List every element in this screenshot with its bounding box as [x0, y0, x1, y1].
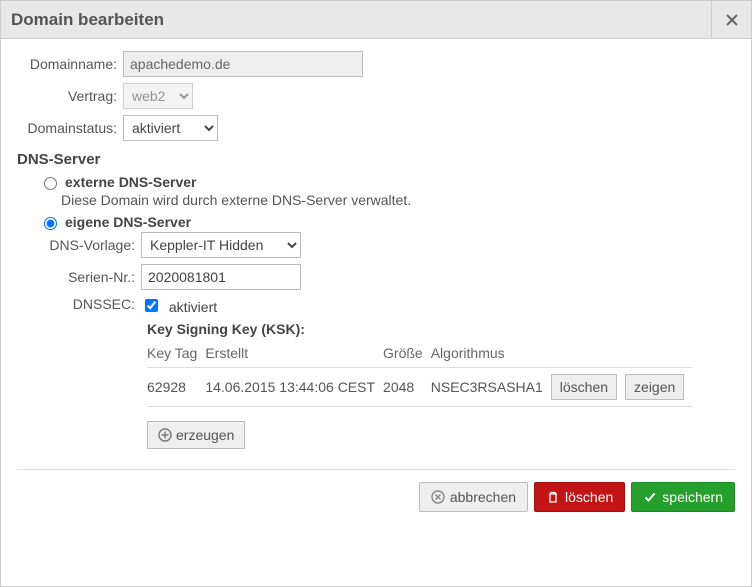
- cell-size: 2048: [383, 368, 431, 407]
- table-row: 62928 14.06.2015 13:44:06 CEST 2048 NSEC…: [147, 368, 692, 407]
- ksk-title: Key Signing Key (KSK):: [147, 321, 735, 337]
- radio-own-dns[interactable]: eigene DNS-Server: [39, 214, 735, 230]
- delete-button[interactable]: löschen: [534, 482, 625, 512]
- radio-external-description: Diese Domain wird durch externe DNS-Serv…: [61, 192, 735, 208]
- cancel-icon: [431, 490, 445, 504]
- create-key-button[interactable]: erzeugen: [147, 421, 245, 449]
- domainname-input: [123, 51, 363, 77]
- ksk-block: Key Signing Key (KSK): Key Tag Erstellt …: [147, 321, 735, 449]
- label-dnssec: DNSSEC:: [35, 296, 141, 312]
- radio-external-dns[interactable]: externe DNS-Server: [39, 174, 735, 190]
- dnssec-checkbox-label[interactable]: aktiviert: [141, 299, 217, 315]
- contract-select: web2: [123, 83, 193, 109]
- radio-own-input[interactable]: [44, 217, 57, 230]
- col-size: Größe: [383, 339, 431, 368]
- radio-own-label: eigene DNS-Server: [65, 214, 191, 230]
- dns-template-select[interactable]: Keppler-IT Hidden: [141, 232, 301, 258]
- cancel-button[interactable]: abbrechen: [419, 482, 528, 512]
- save-label: speichern: [662, 489, 723, 505]
- dialog-footer: abbrechen löschen speichern: [17, 469, 735, 512]
- label-domainname: Domainname:: [17, 56, 123, 72]
- plus-circle-icon: [158, 428, 172, 442]
- close-icon: [725, 13, 739, 27]
- serial-input[interactable]: [141, 264, 301, 290]
- check-icon: [643, 490, 657, 504]
- trash-icon: [546, 490, 560, 504]
- titlebar: Domain bearbeiten: [1, 1, 751, 39]
- dialog-edit-domain: Domain bearbeiten Domainname: Vertrag: w…: [0, 0, 752, 587]
- close-button[interactable]: [711, 1, 751, 39]
- dns-section-heading: DNS-Server: [17, 151, 735, 168]
- ksk-table: Key Tag Erstellt Größe Algorithmus 62928…: [147, 339, 692, 407]
- save-button[interactable]: speichern: [631, 482, 735, 512]
- row-delete-button[interactable]: löschen: [551, 374, 617, 400]
- label-contract: Vertrag:: [17, 88, 123, 104]
- cancel-label: abbrechen: [450, 489, 516, 505]
- col-keytag: Key Tag: [147, 339, 205, 368]
- delete-label: löschen: [565, 489, 613, 505]
- label-dns-template: DNS-Vorlage:: [35, 237, 141, 253]
- cell-created: 14.06.2015 13:44:06 CEST: [205, 368, 383, 407]
- cell-algo: NSEC3RSASHA1: [431, 368, 551, 407]
- dnssec-checkbox[interactable]: [145, 299, 158, 312]
- dialog-title: Domain bearbeiten: [11, 10, 164, 30]
- status-select[interactable]: aktiviert: [123, 115, 218, 141]
- dnssec-active-text: aktiviert: [169, 299, 217, 315]
- col-created: Erstellt: [205, 339, 383, 368]
- dialog-body: Domainname: Vertrag: web2 Domainstatus: …: [1, 39, 751, 586]
- col-algo: Algorithmus: [431, 339, 551, 368]
- radio-external-input[interactable]: [44, 177, 57, 190]
- radio-external-label: externe DNS-Server: [65, 174, 197, 190]
- create-key-label: erzeugen: [176, 427, 234, 443]
- label-status: Domainstatus:: [17, 120, 123, 136]
- cell-keytag: 62928: [147, 368, 205, 407]
- label-serial: Serien-Nr.:: [35, 269, 141, 285]
- row-show-button[interactable]: zeigen: [625, 374, 684, 400]
